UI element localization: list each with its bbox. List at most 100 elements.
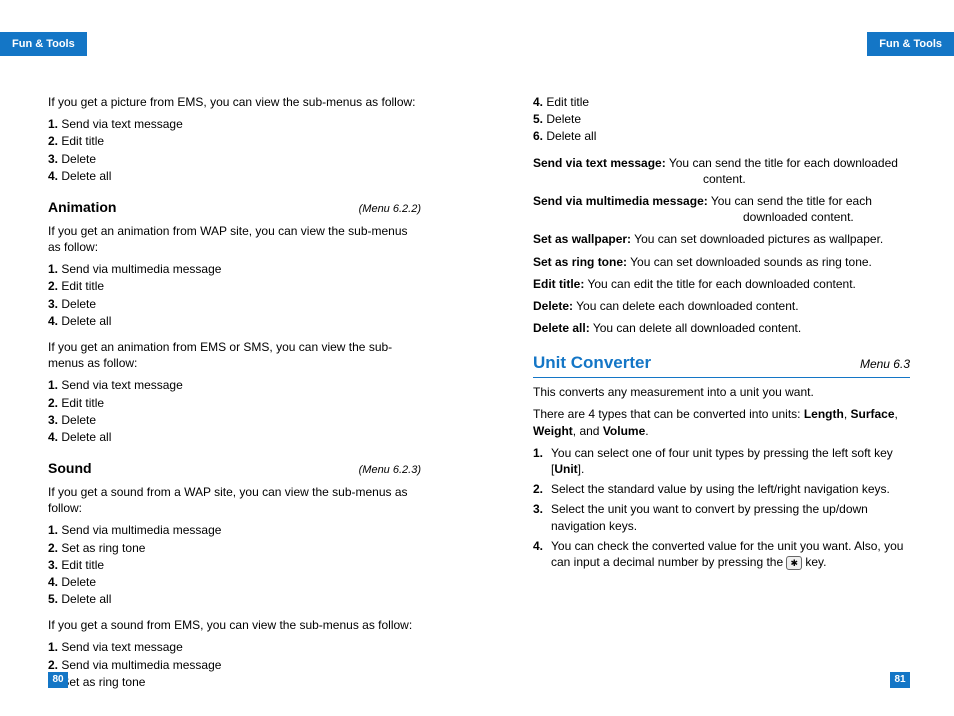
softkey-unit: Unit [554,462,577,476]
unit-intro-2: There are 4 types that can be converted … [533,406,910,438]
list-num: 4. [48,575,58,589]
list-num: 4. [48,430,58,444]
page-right: Fun & Tools 81 4. Edit title 5. Delete 6… [477,0,954,716]
list-text: Send via text message [61,117,182,131]
majorhead-unit-converter: Unit Converter Menu 6.3 [533,352,910,378]
text: key. [802,555,826,569]
list-text: Edit title [546,95,589,109]
def-desc: You can send the title for each download… [669,156,898,186]
list-num: 4. [48,314,58,328]
unit-steps: 1. You can select one of four unit types… [533,445,910,570]
def-edit-title: Edit title: You can edit the title for e… [533,276,910,292]
star-key-icon: ✱ [786,556,802,570]
list-num: 5. [533,112,543,126]
def-desc: You can set downloaded sounds as ring to… [630,255,872,269]
text: , [844,407,851,421]
subhead-title: Sound [48,459,92,478]
list-text: Delete [61,152,96,166]
unit-type-length: Length [804,407,844,421]
step-3: 3. Select the unit you want to convert b… [533,501,910,533]
def-send-text: Send via text message: You can send the … [533,155,910,187]
def-term: Send via text message: [533,156,666,170]
animation-intro-wap: If you get an animation from WAP site, y… [48,223,421,255]
list-num: 1. [48,262,58,276]
subhead-title: Animation [48,198,116,217]
page-number-left: 80 [48,672,68,688]
list-text: Set as ring tone [61,541,145,555]
menu-ref: (Menu 6.2.2) [359,202,421,217]
list-text: Delete all [61,314,111,328]
step-num: 3. [533,501,551,533]
text: , [895,407,898,421]
step-text: Select the unit you want to convert by p… [551,501,910,533]
page-left: Fun & Tools 80 If you get a picture from… [0,0,477,716]
step-1: 1. You can select one of four unit types… [533,445,910,477]
def-desc: You can delete each downloaded content. [576,299,798,313]
def-delete: Delete: You can delete each downloaded c… [533,298,910,314]
def-wallpaper: Set as wallpaper: You can set downloaded… [533,231,910,247]
unit-type-weight: Weight [533,424,573,438]
unit-type-surface: Surface [851,407,895,421]
list-num: 1. [48,640,58,654]
step-4: 4. You can check the converted value for… [533,538,910,570]
list-pic-ems: 1. Send via text message 2. Edit title 3… [48,116,421,184]
list-num: 4. [48,169,58,183]
step-text: You can check the converted value for th… [551,538,910,570]
list-text: Edit title [61,396,104,410]
list-num: 2. [48,396,58,410]
def-ringtone: Set as ring tone: You can set downloaded… [533,254,910,270]
text: There are 4 types that can be converted … [533,407,804,421]
list-text: Delete all [546,129,596,143]
list-text: Delete all [61,169,111,183]
menu-ref: (Menu 6.2.3) [359,463,421,478]
step-2: 2. Select the standard value by using th… [533,481,910,497]
text: You can select one of four unit types by… [551,446,893,476]
content-right: 4. Edit title 5. Delete 6. Delete all Se… [533,94,910,570]
def-desc: You can send the title for each download… [711,194,872,224]
text: , and [573,424,603,438]
def-desc: You can edit the title for each download… [587,277,855,291]
list-top-cont: 4. Edit title 5. Delete 6. Delete all [533,94,910,145]
list-text: Edit title [61,134,104,148]
step-num: 2. [533,481,551,497]
list-text: Send via text message [61,378,182,392]
text: You can check the converted value for th… [551,539,903,569]
list-text: Send via multimedia message [61,262,221,276]
page-number-right: 81 [890,672,910,688]
list-text: Edit title [61,558,104,572]
majorhead-title: Unit Converter [533,352,651,375]
list-num: 2. [48,541,58,555]
step-text: You can select one of four unit types by… [551,445,910,477]
list-text: Delete all [61,592,111,606]
list-text: Edit title [61,279,104,293]
sound-intro-wap: If you get a sound from a WAP site, you … [48,484,421,516]
sound-intro-ems: If you get a sound from EMS, you can vie… [48,617,421,633]
def-term: Delete: [533,299,573,313]
def-term: Set as ring tone: [533,255,627,269]
list-num: 3. [48,152,58,166]
list-text: Delete all [61,430,111,444]
subhead-animation: Animation (Menu 6.2.2) [48,198,421,217]
list-text: Send via multimedia message [61,523,221,537]
subhead-sound: Sound (Menu 6.2.3) [48,459,421,478]
section-tab-right: Fun & Tools [867,32,954,56]
list-num: 3. [48,413,58,427]
list-num: 2. [48,658,58,672]
list-num: 3. [48,558,58,572]
list-sound-wap: 1. Send via multimedia message 2. Set as… [48,522,421,607]
list-num: 2. [48,134,58,148]
intro-pic-ems: If you get a picture from EMS, you can v… [48,94,421,110]
list-text: Delete [61,297,96,311]
list-text: Delete [61,413,96,427]
list-text: Delete [61,575,96,589]
def-delete-all: Delete all: You can delete all downloade… [533,320,910,336]
unit-type-volume: Volume [603,424,645,438]
list-num: 1. [48,378,58,392]
list-num: 1. [48,117,58,131]
step-num: 4. [533,538,551,570]
section-tab-left: Fun & Tools [0,32,87,56]
list-text: Set as ring tone [61,675,145,689]
step-num: 1. [533,445,551,477]
def-term: Delete all: [533,321,590,335]
list-anim-wap: 1. Send via multimedia message 2. Edit t… [48,261,421,329]
